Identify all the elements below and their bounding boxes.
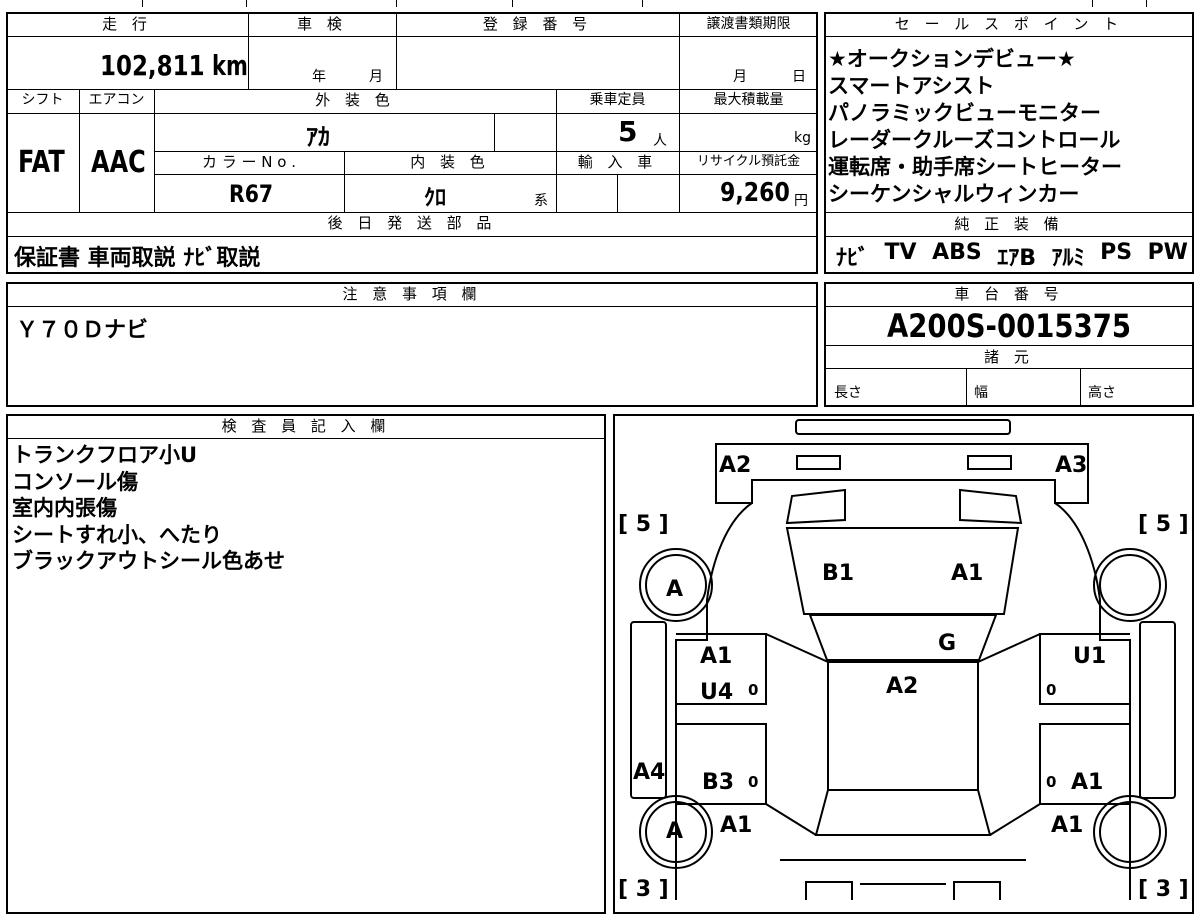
transfer-day: 日 <box>792 69 806 85</box>
capacity-unit: 人 <box>653 133 667 149</box>
equipment-label: 純 正 装 備 <box>954 215 1064 233</box>
zero-mark: 0 <box>1046 681 1056 699</box>
equipment-item: ﾅﾋﾞ <box>836 246 870 271</box>
damage-code: U1 <box>1073 644 1106 669</box>
damage-code: A1 <box>1051 813 1083 838</box>
equipment-item: ABS <box>932 240 982 265</box>
transfer-deadline-label: 譲渡書類期限 <box>706 16 791 32</box>
later-parts-label: 後 日 発 送 部 品 <box>327 214 497 232</box>
inspection-year: 年 <box>312 69 326 85</box>
damage-code: A2 <box>719 453 751 478</box>
later-parts-value: 保証書 車両取説 ﾅﾋﾞ取説 <box>14 246 261 271</box>
shift-label: シフト <box>21 92 64 108</box>
damage-code: G <box>938 631 956 656</box>
damage-code: A <box>666 577 683 602</box>
damage-code: A <box>666 819 683 844</box>
inspector-label: 検 査 員 記 入 欄 <box>221 417 391 435</box>
damage-code: A1 <box>700 644 732 669</box>
length-label: 長さ <box>834 385 862 401</box>
exterior-color-value: ｱｶ <box>306 123 330 151</box>
tire-front-right: [ 5 ] <box>1138 512 1189 537</box>
capacity-label: 乗車定員 <box>589 92 646 108</box>
tire-front-left: [ 5 ] <box>618 512 669 537</box>
equipment-item: TV <box>884 240 917 265</box>
height-label: 高さ <box>1088 385 1116 401</box>
recycle-label: リサイクル預託金 <box>696 154 801 169</box>
color-no-value: R67 <box>229 180 274 208</box>
notes-value: Ｙ７０Ｄナビ <box>16 318 149 343</box>
car-diagram: [ 5 ] [ 5 ] [ 3 ] [ 3 ] A2 A3 B1 A1 G A … <box>618 419 1189 900</box>
sales-point-item: 運転席・助手席シートヒーター <box>828 155 1122 179</box>
inspector-notes: トランクフロア小U コンソール傷 室内内張傷 シートすれ小、へたり ブラックアウ… <box>12 442 285 575</box>
sales-point-item: レーダークルーズコントロール <box>828 128 1121 152</box>
damage-code: A1 <box>720 813 752 838</box>
damage-code: B3 <box>702 770 734 795</box>
color-no-label: カ ラ ー N o . <box>201 153 296 171</box>
registration-label: 登 録 番 号 <box>482 15 593 33</box>
equipment-item: PW <box>1147 240 1188 265</box>
max-load-label: 最大積載量 <box>713 92 784 108</box>
damage-code: A2 <box>886 674 918 699</box>
damage-code: A4 <box>633 760 665 785</box>
ac-value: AAC <box>91 145 146 180</box>
chassis-label: 車 台 番 号 <box>954 285 1064 303</box>
zero-mark: 0 <box>748 681 758 699</box>
width-label: 幅 <box>974 385 988 401</box>
equipment-item: ｴｱB <box>997 246 1037 271</box>
sales-points-list: ★オークションデビュー★ スマートアシスト パノラミックビューモニター レーダー… <box>828 46 1122 208</box>
mileage-unit: km <box>212 49 248 82</box>
mileage-value: 102,811 <box>100 49 205 82</box>
inspector-line: コンソール傷 <box>12 469 138 494</box>
interior-color-value: ｸﾛ <box>424 186 447 211</box>
damage-code: A1 <box>1071 770 1103 795</box>
capacity-value: 5 <box>618 115 638 148</box>
tire-rear-right: [ 3 ] <box>1138 877 1189 900</box>
sales-point-item: スマートアシスト <box>828 74 995 98</box>
zero-mark: 0 <box>748 773 758 791</box>
sales-point-item: ★オークションデビュー★ <box>828 47 1076 71</box>
inspection-month: 月 <box>369 69 383 85</box>
interior-color-suffix: 系 <box>534 193 548 209</box>
ac-label: エアコン <box>88 92 145 108</box>
recycle-unit: 円 <box>794 193 808 209</box>
damage-code: A1 <box>951 561 983 586</box>
damage-code: B1 <box>822 561 854 586</box>
recycle-value: 9,260 <box>720 178 790 208</box>
shift-value: FAT <box>18 145 65 180</box>
tire-rear-left: [ 3 ] <box>618 877 669 900</box>
inspector-line: シートすれ小、へたり <box>12 522 222 547</box>
transfer-month: 月 <box>733 69 747 85</box>
spec-label: 諸 元 <box>984 348 1034 366</box>
inspection-label: 車 検 <box>297 15 347 33</box>
chassis-number: A200S-0015375 <box>886 307 1132 345</box>
zero-mark: 0 <box>1046 773 1056 791</box>
equipment-list: ﾅﾋﾞ TV ABS ｴｱB ｱﾙﾐ PS PW <box>836 240 1188 272</box>
damage-code: A3 <box>1055 453 1087 478</box>
exterior-color-label: 外 装 色 <box>315 91 395 109</box>
interior-color-label: 内 装 色 <box>410 153 490 171</box>
max-load-unit: kg <box>794 130 811 146</box>
inspector-line: 室内内張傷 <box>12 496 117 520</box>
sales-points-label: セ ー ル ス ポ イ ン ト <box>894 15 1124 33</box>
inspector-line: ブラックアウトシール色あせ <box>12 549 285 573</box>
notes-label: 注 意 事 項 欄 <box>342 285 482 303</box>
sales-point-item: パノラミックビューモニター <box>828 101 1101 125</box>
equipment-item: ｱﾙﾐ <box>1051 246 1085 271</box>
damage-code: U4 <box>700 680 733 705</box>
top-strip <box>6 0 1194 7</box>
import-label: 輸 入 車 <box>577 153 658 171</box>
sales-point-item: シーケンシャルウィンカー <box>828 182 1080 206</box>
mileage-label: 走 行 <box>102 15 152 33</box>
equipment-item: PS <box>1100 240 1133 265</box>
inspector-line: トランクフロア小U <box>12 443 198 467</box>
